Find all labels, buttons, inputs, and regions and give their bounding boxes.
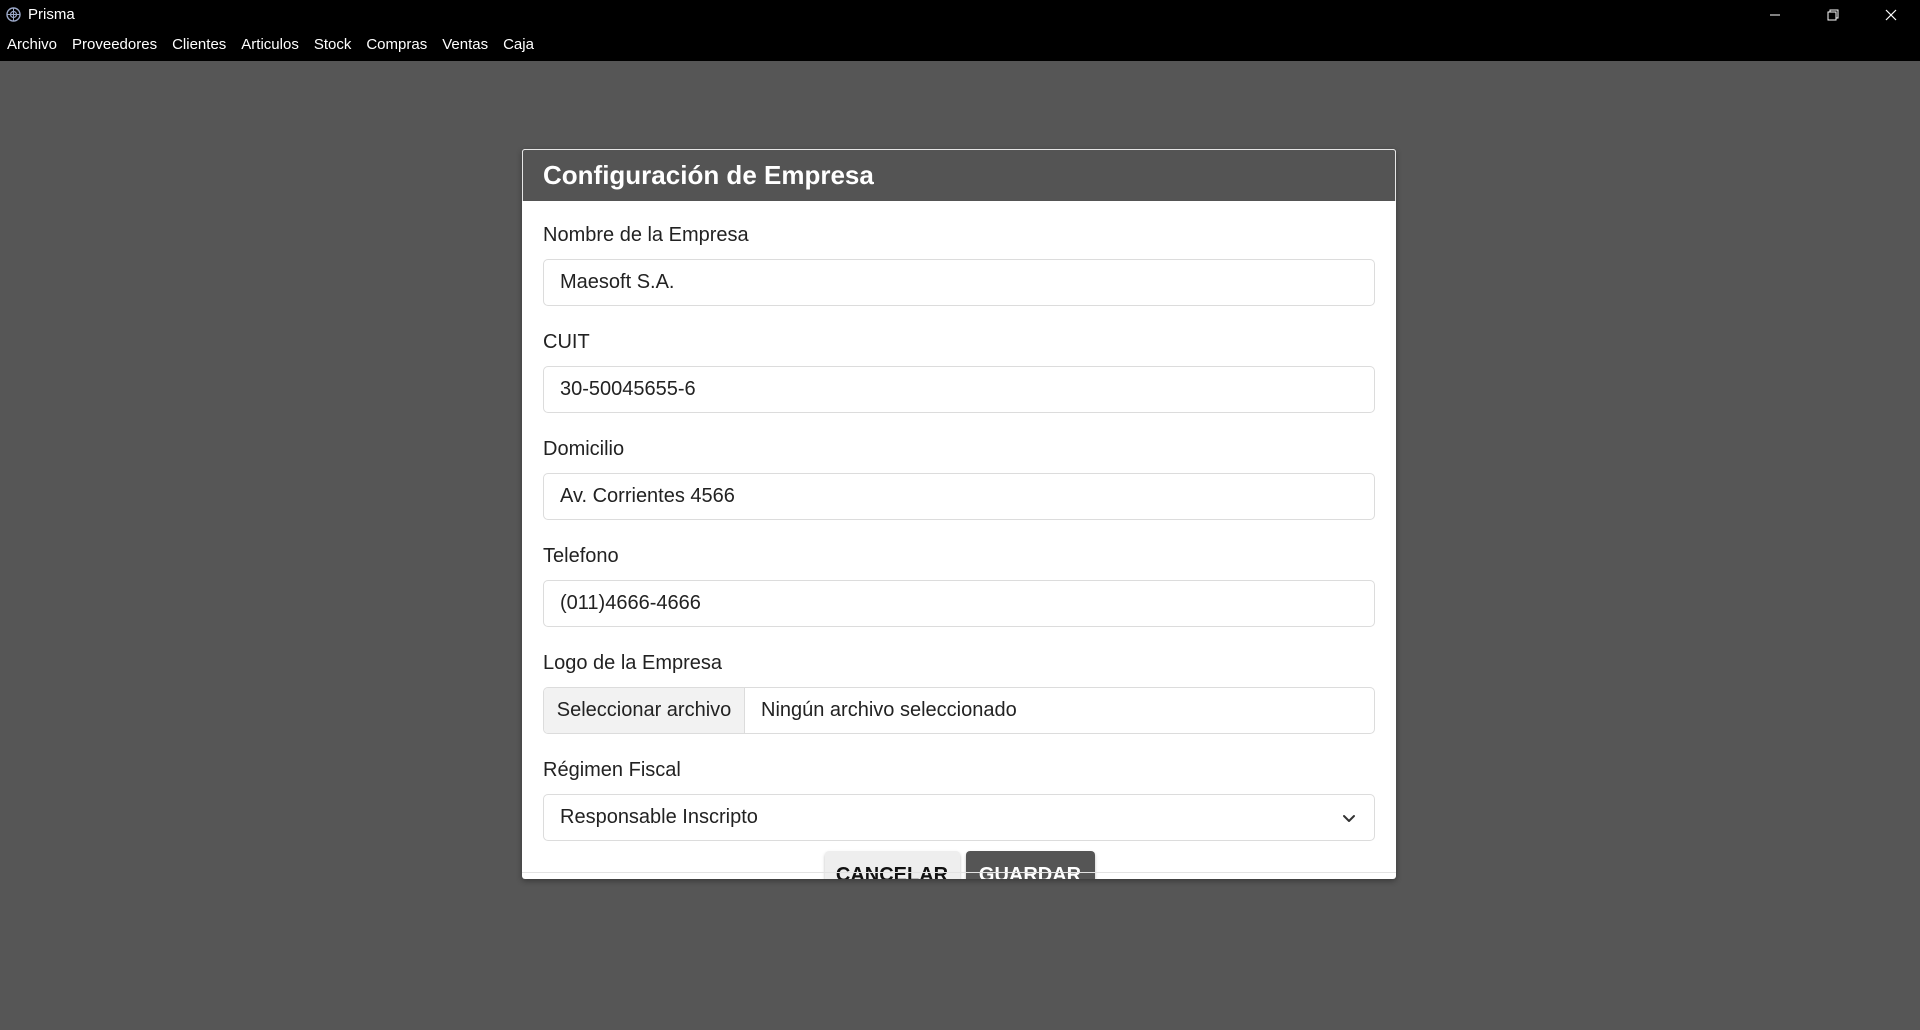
cuit-input[interactable]: 30-50045655-6	[543, 366, 1375, 413]
restore-icon	[1827, 9, 1839, 20]
menu-item-archivo[interactable]: Archivo	[0, 29, 65, 61]
menu-item-compras[interactable]: Compras	[359, 29, 435, 61]
tax-regime-label: Régimen Fiscal	[543, 759, 681, 781]
address-label: Domicilio	[543, 438, 625, 460]
dialog-actions: CANCELAR GUARDAR	[543, 851, 1376, 879]
logo-file-input[interactable]: Seleccionar archivo Ningún archivo selec…	[543, 687, 1375, 734]
file-status-text: Ningún archivo seleccionado	[761, 699, 1017, 721]
dialog-body: Nombre de la Empresa Maesoft S.A. CUIT 3…	[522, 201, 1396, 879]
window-title: Prisma	[28, 6, 75, 23]
dialog-title: Configuración de Empresa	[543, 160, 874, 190]
cuit-label: CUIT	[543, 331, 590, 353]
tax-regime-select[interactable]: Responsable Inscripto	[543, 794, 1375, 841]
company-settings-dialog: Configuración de Empresa Nombre de la Em…	[522, 149, 1396, 879]
close-icon	[1885, 9, 1897, 20]
phone-label: Telefono	[543, 545, 619, 567]
logo-label: Logo de la Empresa	[543, 652, 723, 674]
app-logo-icon	[5, 7, 21, 23]
minimize-icon	[1770, 14, 1780, 15]
window-controls	[1746, 0, 1920, 29]
title-bar: Prisma	[0, 0, 1920, 29]
menu-item-stock[interactable]: Stock	[307, 29, 360, 61]
chevron-down-icon	[1340, 809, 1358, 827]
select-file-button[interactable]: Seleccionar archivo	[544, 688, 745, 733]
tax-regime-selected-value: Responsable Inscripto	[560, 806, 758, 828]
company-name-label: Nombre de la Empresa	[543, 224, 749, 246]
close-button[interactable]	[1862, 0, 1920, 29]
cancel-button[interactable]: CANCELAR	[824, 851, 960, 879]
menu-item-proveedores[interactable]: Proveedores	[65, 29, 165, 61]
company-name-input[interactable]: Maesoft S.A.	[543, 259, 1375, 306]
minimize-button[interactable]	[1746, 0, 1804, 29]
restore-button[interactable]	[1804, 0, 1862, 29]
menu-item-caja[interactable]: Caja	[496, 29, 542, 61]
phone-input[interactable]: (011)4666-4666	[543, 580, 1375, 627]
dialog-footer-divider	[522, 872, 1396, 873]
menu-item-articulos[interactable]: Articulos	[234, 29, 307, 61]
menu-bar: Archivo Proveedores Clientes Articulos S…	[0, 29, 1920, 61]
menu-item-ventas[interactable]: Ventas	[435, 29, 496, 61]
menu-item-clientes[interactable]: Clientes	[165, 29, 234, 61]
save-button[interactable]: GUARDAR	[965, 851, 1095, 879]
dialog-header: Configuración de Empresa	[522, 149, 1396, 201]
address-input[interactable]: Av. Corrientes 4566	[543, 473, 1375, 520]
